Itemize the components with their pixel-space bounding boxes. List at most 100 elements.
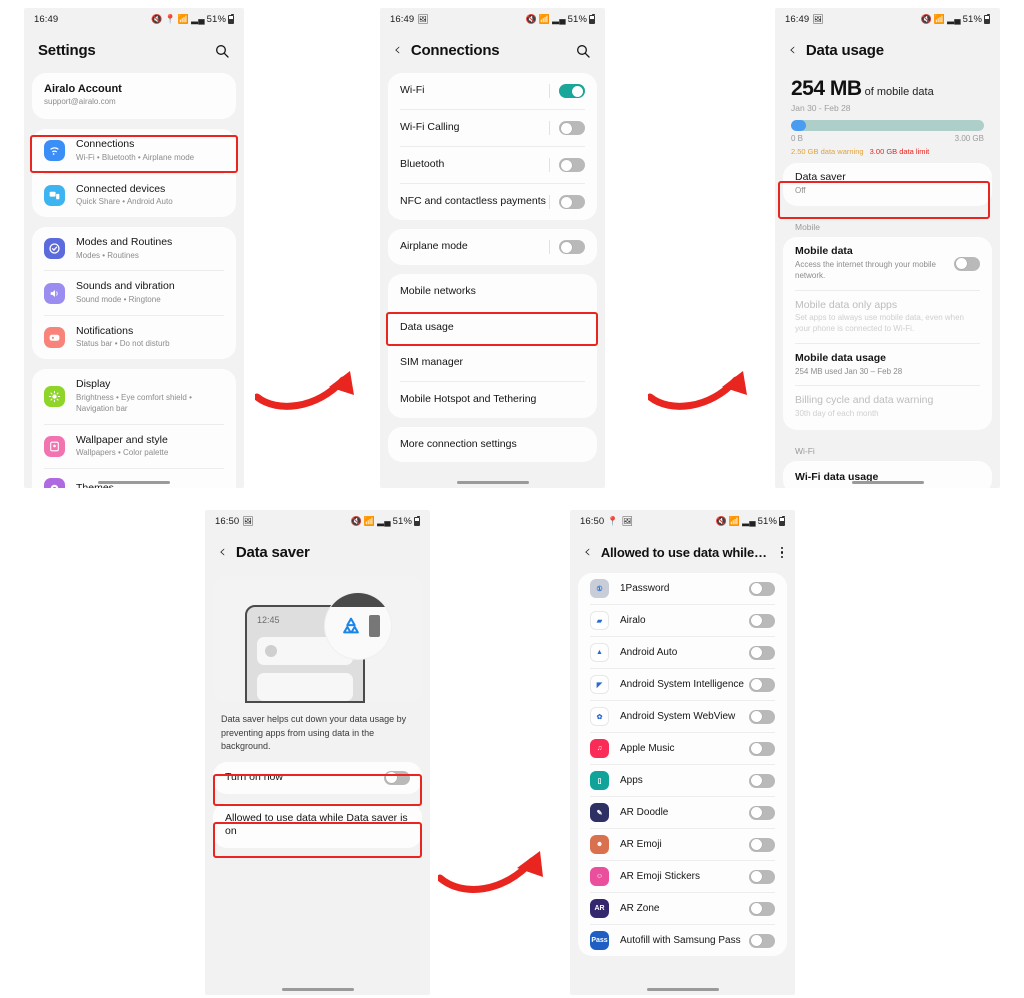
back-icon[interactable]: ‹ <box>789 42 796 59</box>
item-label: Mobile data <box>795 245 853 258</box>
list-item[interactable]: ✎ AR Doodle <box>578 797 787 828</box>
allowed-apps-title-bar: ‹ Allowed to use data while… <box>570 532 795 573</box>
row-data-saver[interactable]: Data saver Off <box>783 163 992 206</box>
phone-allowed-apps-screen: 16:50 📍 🖼 🔇 📶 ▂▄ 51% ‹ Allowed to use da… <box>570 510 795 995</box>
nav-pill <box>98 481 170 484</box>
row-data-usage[interactable]: Data usage <box>388 310 597 346</box>
toggle-app-data[interactable] <box>749 645 775 660</box>
toggle-bluetooth[interactable] <box>559 158 585 172</box>
row-mobile-data[interactable]: Mobile data Access the internet through … <box>783 237 992 289</box>
settings-group-connections: Connections Wi-Fi • Bluetooth • Airplane… <box>32 129 236 217</box>
kebab-menu-icon[interactable] <box>779 546 786 559</box>
row-mobile-data-only-apps: Mobile data only apps Set apps to always… <box>783 291 992 343</box>
mute-icon: 🔇 <box>151 13 163 24</box>
section-header-mobile: Mobile <box>795 222 821 233</box>
row-mobile-networks[interactable]: Mobile networks <box>388 274 597 310</box>
list-item[interactable]: ☻ AR Emoji <box>578 829 787 860</box>
usage-amount-suffix: of mobile data <box>861 86 934 98</box>
settings-group-display: Display Brightness • Eye comfort shield … <box>32 369 236 488</box>
phone-connections-screen: 16:49 🖼 🔇 📶 ▂▄ 51% ‹ Connections Wi-Fi W… <box>380 8 605 488</box>
app-name: AR Emoji <box>620 839 662 850</box>
item-label: Bluetooth <box>400 158 445 171</box>
row-wifi[interactable]: Wi-Fi <box>388 73 597 109</box>
row-wifi-calling[interactable]: Wi-Fi Calling <box>388 110 597 146</box>
toggle-nfc[interactable] <box>559 195 585 209</box>
item-label: Connections <box>76 138 135 151</box>
wifi-status-icon: 📶 <box>933 13 946 24</box>
toggle-data-saver[interactable] <box>384 770 410 785</box>
app-icon: ▯ <box>590 771 609 790</box>
list-item[interactable]: AR AR Zone <box>578 893 787 924</box>
item-label: More connection settings <box>400 437 517 450</box>
item-label: Mobile data only apps <box>795 298 898 311</box>
list-item[interactable]: ✿ Android System WebView <box>578 701 787 732</box>
mute-icon: 🔇 <box>350 515 362 526</box>
list-item[interactable]: ▰ Airalo <box>578 605 787 636</box>
back-icon[interactable]: ‹ <box>394 42 401 59</box>
search-icon[interactable] <box>575 43 591 59</box>
app-icon: ▲ <box>590 643 609 662</box>
settings-group-modes: Modes and Routines Modes • Routines Soun… <box>32 226 236 360</box>
wifi-icon <box>44 140 65 162</box>
account-card[interactable]: Airalo Account support@airalo.com <box>32 73 236 120</box>
item-sub: Access the internet through your mobile … <box>795 260 936 280</box>
row-bluetooth[interactable]: Bluetooth <box>388 147 597 183</box>
list-item[interactable]: Pass Autofill with Samsung Pass <box>578 925 787 956</box>
location-icon: 📍 <box>164 13 176 24</box>
list-item[interactable]: ▲ Android Auto <box>578 637 787 668</box>
battery-percent: 51% <box>206 13 226 25</box>
toggle-app-data[interactable] <box>749 613 775 628</box>
sidebar-item-connections[interactable]: Connections Wi-Fi • Bluetooth • Airplane… <box>32 129 236 172</box>
list-item[interactable]: ◤ Android System Intelligence <box>578 669 787 700</box>
account-email: support@airalo.com <box>44 97 116 107</box>
back-icon[interactable]: ‹ <box>584 544 591 561</box>
toggle-mobile-data[interactable] <box>954 256 980 271</box>
toggle-app-data[interactable] <box>749 773 775 788</box>
data-saver-illustration: 12:45 <box>213 575 422 703</box>
page-title: Data usage <box>805 42 884 59</box>
phone-data-usage-screen: 16:49 🖼 🔇 📶 ▂▄ 51% ‹ Data usage 254 MB o… <box>775 8 1000 488</box>
back-icon[interactable]: ‹ <box>219 544 226 561</box>
toggle-app-data[interactable] <box>749 933 775 948</box>
item-label: SIM manager <box>400 356 464 369</box>
toggle-app-data[interactable] <box>749 805 775 820</box>
search-icon[interactable] <box>214 43 230 59</box>
toggle-app-data[interactable] <box>749 869 775 884</box>
row-turn-on-now[interactable]: Turn on now <box>213 762 422 794</box>
row-more-connection-settings[interactable]: More connection settings <box>388 427 597 463</box>
nav-pill <box>456 481 529 484</box>
app-icon: ① <box>590 579 609 598</box>
sidebar-item-notifications[interactable]: Notifications Status bar • Do not distur… <box>32 316 236 359</box>
item-sub: 254 MB used Jan 30 – Feb 28 <box>795 366 903 376</box>
toggle-app-data[interactable] <box>749 901 775 916</box>
row-sim-manager[interactable]: SIM manager <box>388 345 597 381</box>
list-item[interactable]: ♫ Apple Music <box>578 733 787 764</box>
sidebar-item-connected-devices[interactable]: Connected devices Quick Share • Android … <box>32 174 236 217</box>
toggle-app-data[interactable] <box>749 581 775 596</box>
sidebar-item-themes[interactable]: Themes <box>32 469 236 488</box>
row-hotspot-tethering[interactable]: Mobile Hotspot and Tethering <box>388 382 597 418</box>
row-allowed-to-use-data[interactable]: Allowed to use data while Data saver is … <box>213 803 422 848</box>
sidebar-item-sounds-and-vibration[interactable]: Sounds and vibration Sound mode • Ringto… <box>32 271 236 314</box>
sidebar-item-display[interactable]: Display Brightness • Eye comfort shield … <box>32 369 236 423</box>
row-mobile-data-usage[interactable]: Mobile data usage 254 MB used Jan 30 – F… <box>783 344 992 385</box>
toggle-app-data[interactable] <box>749 741 775 756</box>
sidebar-item-modes-and-routines[interactable]: Modes and Routines Modes • Routines <box>32 227 236 270</box>
toggle-app-data[interactable] <box>749 837 775 852</box>
toggle-app-data[interactable] <box>749 709 775 724</box>
toggle-airplane-mode[interactable] <box>559 240 585 254</box>
data-saver-recycle-icon <box>343 617 359 634</box>
list-item[interactable]: ☺ AR Emoji Stickers <box>578 861 787 892</box>
list-item[interactable]: ▯ Apps <box>578 765 787 796</box>
toggle-wifi-calling[interactable] <box>559 121 585 135</box>
data-saver-card[interactable]: Data saver Off <box>783 163 992 207</box>
item-sub: Set apps to always use mobile data, even… <box>795 313 964 334</box>
sidebar-item-wallpaper-and-style[interactable]: Wallpaper and style Wallpapers • Color p… <box>32 425 236 468</box>
allowed-apps-card[interactable]: Allowed to use data while Data saver is … <box>213 802 422 848</box>
toggle-app-data[interactable] <box>749 677 775 692</box>
list-item[interactable]: ① 1Password <box>578 573 787 604</box>
toggle-wifi[interactable] <box>559 84 585 98</box>
row-airplane-mode[interactable]: Airplane mode <box>388 229 597 265</box>
app-icon: AR <box>590 899 609 918</box>
row-nfc[interactable]: NFC and contactless payments <box>388 184 597 220</box>
